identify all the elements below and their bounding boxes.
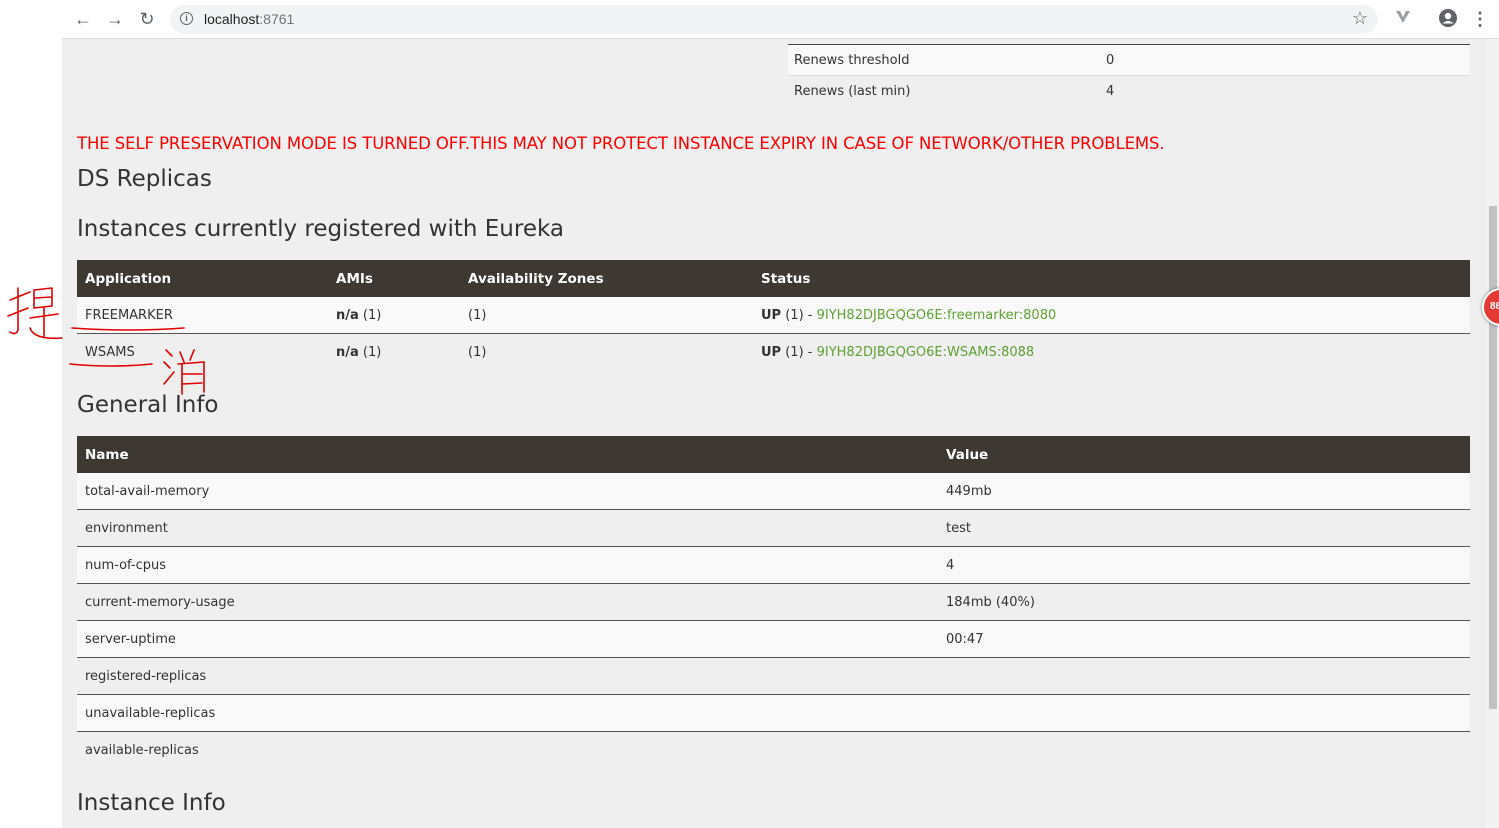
- instance-info-heading: Instance Info: [77, 790, 226, 816]
- info-name: unavailable-replicas: [77, 694, 938, 732]
- forward-arrow-icon[interactable]: →: [104, 8, 126, 30]
- extension-icon[interactable]: [1392, 8, 1414, 30]
- url-host: localhost: [204, 11, 260, 27]
- column-header-name: Name: [77, 436, 938, 473]
- column-header-application: Application: [77, 260, 328, 297]
- stats-value: 4: [1106, 84, 1115, 99]
- amis-count: (1): [358, 307, 382, 323]
- amis-cell: n/a (1): [328, 297, 460, 334]
- table-header-row: Name Value: [77, 436, 1470, 473]
- eureka-page: Renews threshold 0 Renews (last min) 4 T…: [62, 39, 1487, 828]
- info-value: test: [938, 509, 1470, 547]
- info-value: [938, 657, 1470, 695]
- amis-count: (1): [358, 344, 382, 360]
- url-text[interactable]: localhost:8761: [204, 11, 294, 27]
- info-value: [938, 731, 1470, 768]
- general-info-table: Name Value total-avail-memory 449mb envir…: [77, 436, 1470, 768]
- column-header-status: Status: [753, 260, 1470, 297]
- table-row: FREEMARKER n/a (1) (1) UP (1) - 9IYH82DJ…: [77, 297, 1470, 334]
- site-info-icon[interactable]: i: [180, 12, 193, 25]
- status-value: UP: [761, 307, 782, 323]
- instance-link[interactable]: 9IYH82DJBGQGO6E:WSAMS:8088: [817, 345, 1035, 360]
- app-name-text: WSAMS: [85, 344, 135, 360]
- table-row: current-memory-usage 184mb (40%): [77, 583, 1470, 621]
- stats-row: Renews (last min) 4: [788, 76, 1470, 106]
- browser-toolbar: ← → ↻ i localhost:8761 ☆ ⋮: [62, 0, 1499, 39]
- table-row: server-uptime 00:47: [77, 620, 1470, 658]
- ds-replicas-heading: DS Replicas: [77, 166, 212, 192]
- address-bar[interactable]: i localhost:8761 ☆: [170, 5, 1378, 34]
- instances-table: Application AMIs Availability Zones Stat…: [77, 260, 1470, 370]
- info-name: environment: [77, 509, 938, 547]
- stats-value: 0: [1106, 53, 1115, 68]
- table-row: num-of-cpus 4: [77, 546, 1470, 584]
- amis-value: n/a: [336, 307, 359, 323]
- info-name: total-avail-memory: [77, 473, 938, 510]
- menu-kebab-icon[interactable]: ⋮: [1469, 8, 1491, 30]
- stats-label: Renews (last min): [794, 84, 911, 99]
- table-row: unavailable-replicas: [77, 694, 1470, 732]
- self-preservation-warning: THE SELF PRESERVATION MODE IS TURNED OFF…: [77, 134, 1165, 153]
- column-header-value: Value: [938, 436, 1470, 473]
- vertical-scrollbar[interactable]: [1487, 39, 1499, 828]
- column-header-amis: AMIs: [328, 260, 460, 297]
- bookmark-star-icon[interactable]: ☆: [1352, 8, 1368, 29]
- info-value: 4: [938, 546, 1470, 584]
- status-count: (1) -: [781, 307, 817, 323]
- amis-value: n/a: [336, 344, 359, 360]
- app-name-text: FREEMARKER: [85, 307, 173, 323]
- table-row: WSAMS n/a (1) (1) UP (1) - 9IYH82DJBGQGO…: [77, 333, 1470, 370]
- info-name: server-uptime: [77, 620, 938, 658]
- url-port: :8761: [259, 11, 295, 27]
- amis-cell: n/a (1): [328, 333, 460, 370]
- stats-label: Renews threshold: [794, 53, 910, 68]
- table-row: available-replicas: [77, 731, 1470, 768]
- reload-icon[interactable]: ↻: [136, 8, 158, 30]
- table-row: total-avail-memory 449mb: [77, 473, 1470, 510]
- info-value: [938, 694, 1470, 732]
- info-name: available-replicas: [77, 731, 938, 768]
- info-value: 449mb: [938, 473, 1470, 510]
- app-name: FREEMARKER: [77, 297, 328, 334]
- info-value: 184mb (40%): [938, 583, 1470, 621]
- status-count: (1) -: [781, 344, 817, 360]
- info-name: current-memory-usage: [77, 583, 938, 621]
- profile-avatar-icon[interactable]: [1437, 8, 1459, 30]
- table-row: environment test: [77, 509, 1470, 547]
- info-name: registered-replicas: [77, 657, 938, 695]
- table-header-row: Application AMIs Availability Zones Stat…: [77, 260, 1470, 297]
- zones-cell: (1): [460, 333, 753, 370]
- instances-heading: Instances currently registered with Eure…: [77, 216, 564, 242]
- back-arrow-icon[interactable]: ←: [72, 8, 94, 30]
- info-value: 00:47: [938, 620, 1470, 658]
- status-cell: UP (1) - 9IYH82DJBGQGO6E:WSAMS:8088: [753, 333, 1470, 370]
- instance-link[interactable]: 9IYH82DJBGQGO6E:freemarker:8080: [817, 308, 1057, 323]
- app-name: WSAMS: [77, 333, 328, 370]
- status-value: UP: [761, 344, 782, 360]
- scrollbar-thumb[interactable]: [1489, 206, 1497, 709]
- table-row: registered-replicas: [77, 657, 1470, 695]
- zones-cell: (1): [460, 297, 753, 334]
- general-info-heading: General Info: [77, 392, 219, 418]
- status-cell: UP (1) - 9IYH82DJBGQGO6E:freemarker:8080: [753, 297, 1470, 334]
- info-name: num-of-cpus: [77, 546, 938, 584]
- column-header-zones: Availability Zones: [460, 260, 753, 297]
- stats-row: Renews threshold 0: [788, 45, 1470, 76]
- lease-stats-table: Renews threshold 0 Renews (last min) 4: [788, 44, 1470, 106]
